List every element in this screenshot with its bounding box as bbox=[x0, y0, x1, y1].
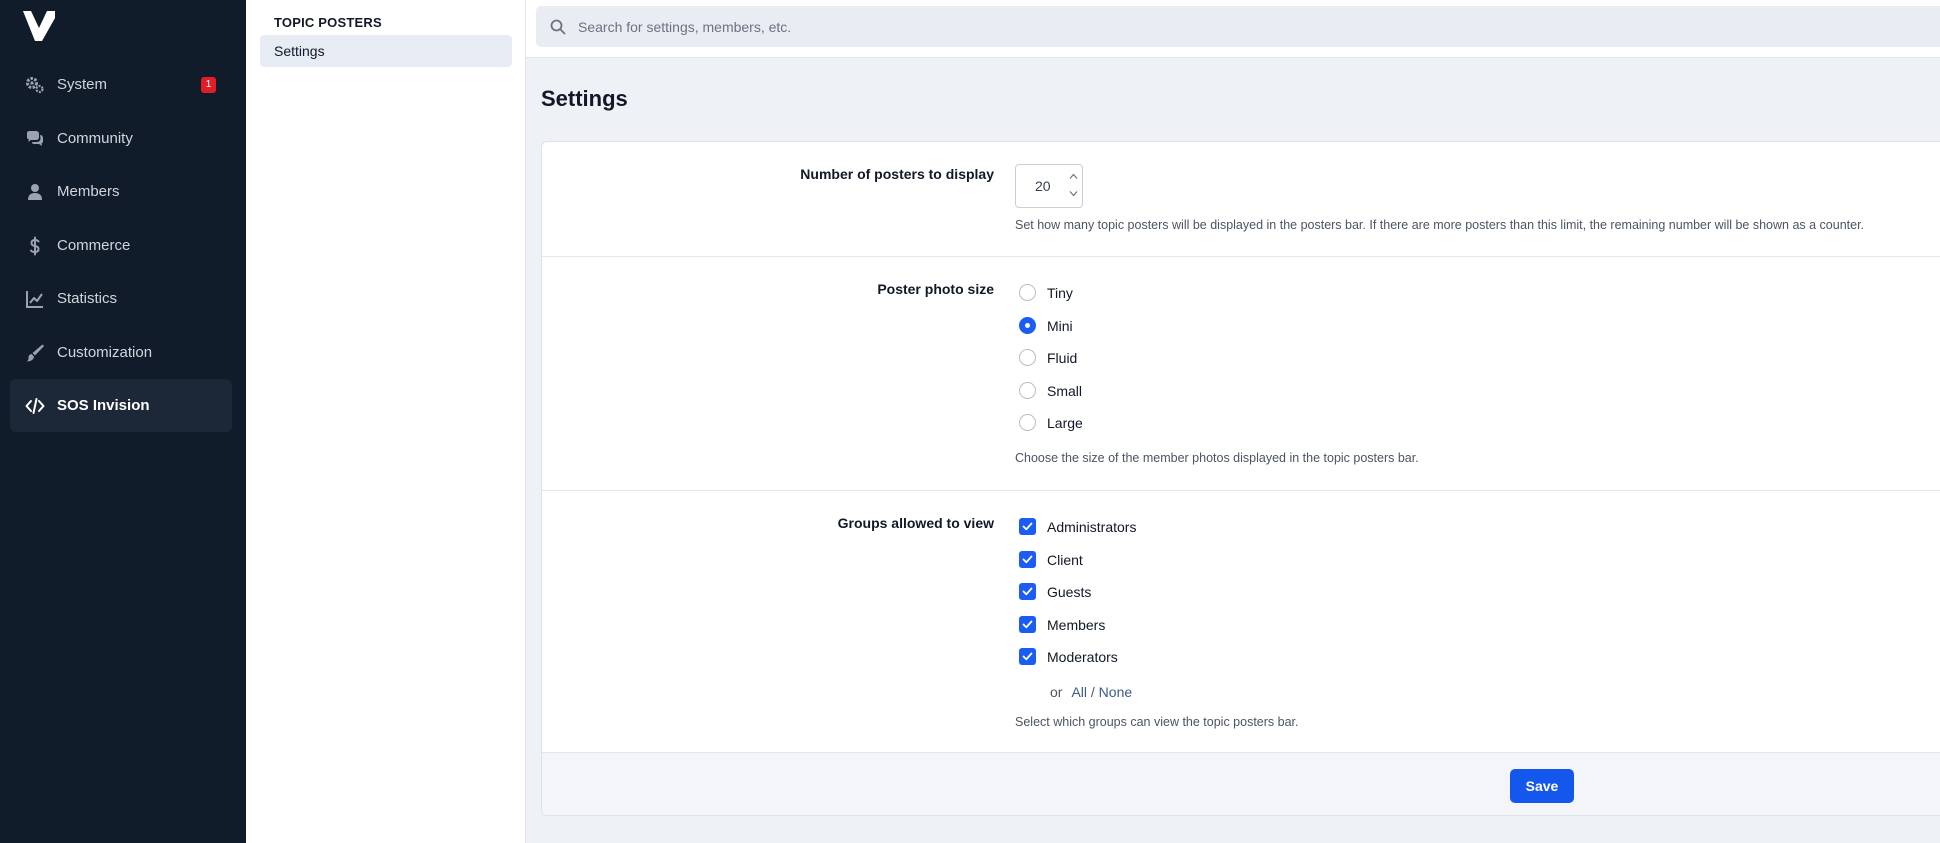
posters-count-row: Number of posters to display 20 Set how … bbox=[542, 142, 1940, 257]
sidebar-item-members[interactable]: Members bbox=[10, 165, 232, 218]
checkbox-checked[interactable] bbox=[1019, 616, 1036, 633]
posters-count-description: Set how many topic posters will be displ… bbox=[1015, 218, 1865, 232]
checkmark-icon bbox=[1022, 587, 1033, 596]
gears-icon bbox=[25, 75, 45, 95]
checkmark-icon bbox=[1022, 652, 1033, 661]
checkbox-label: Members bbox=[1047, 616, 1106, 633]
photo-size-description: Choose the size of the member photos dis… bbox=[1015, 451, 1419, 465]
radio-option-large[interactable]: Large bbox=[1019, 414, 1083, 431]
groups-row: Groups allowed to view Administrators Cl… bbox=[542, 491, 1940, 752]
checkbox-label: Guests bbox=[1047, 583, 1092, 600]
sidebar-item-label: System bbox=[57, 76, 108, 93]
sidebar-item-label: Members bbox=[57, 183, 120, 200]
radio-button[interactable] bbox=[1019, 284, 1036, 301]
dollar-icon bbox=[25, 236, 45, 256]
submenu-item-settings[interactable]: Settings bbox=[260, 35, 512, 67]
sidebar-item-customization[interactable]: Customization bbox=[10, 326, 232, 379]
search-bar[interactable] bbox=[536, 6, 1940, 47]
sidebar-item-commerce[interactable]: Commerce bbox=[10, 219, 232, 272]
checkmark-icon bbox=[1022, 555, 1033, 564]
posters-count-value[interactable]: 20 bbox=[1035, 178, 1051, 194]
checkbox-option-guests[interactable]: Guests bbox=[1019, 583, 1091, 600]
radio-label: Tiny bbox=[1047, 284, 1073, 301]
chevron-down-icon[interactable] bbox=[1069, 190, 1078, 197]
user-icon bbox=[25, 182, 45, 202]
checkbox-option-administrators[interactable]: Administrators bbox=[1019, 518, 1136, 535]
checkbox-checked[interactable] bbox=[1019, 583, 1036, 600]
page-title: Settings bbox=[541, 86, 628, 111]
sidebar-item-community[interactable]: Community bbox=[10, 112, 232, 165]
or-text: or bbox=[1050, 684, 1063, 700]
chevron-up-icon[interactable] bbox=[1069, 173, 1078, 180]
radio-option-small[interactable]: Small bbox=[1019, 382, 1082, 399]
checkmark-icon bbox=[1022, 620, 1033, 629]
radio-label: Large bbox=[1047, 414, 1083, 431]
all-none-link[interactable]: All / None bbox=[1071, 684, 1132, 700]
sidebar: System 1 Community Members Commerce Stat… bbox=[0, 0, 246, 843]
code-icon bbox=[25, 396, 45, 416]
save-button[interactable]: Save bbox=[1510, 769, 1574, 803]
sidebar-item-label: SOS Invision bbox=[57, 397, 150, 414]
notification-badge: 1 bbox=[201, 77, 216, 93]
secondary-menu: TOPIC POSTERS Settings bbox=[246, 0, 526, 843]
radio-button[interactable] bbox=[1019, 349, 1036, 366]
stepper-arrows[interactable] bbox=[1066, 173, 1080, 197]
top-bar bbox=[526, 0, 1940, 58]
checkbox-label: Moderators bbox=[1047, 648, 1118, 665]
form-footer: Save bbox=[542, 752, 1940, 815]
sidebar-item-label: Statistics bbox=[57, 290, 118, 307]
checkbox-label: Client bbox=[1047, 551, 1083, 568]
posters-count-label: Number of posters to display bbox=[800, 166, 994, 182]
radio-button-selected[interactable] bbox=[1019, 317, 1036, 334]
checkbox-checked[interactable] bbox=[1019, 648, 1036, 665]
sidebar-item-sos-invision[interactable]: SOS Invision bbox=[10, 379, 232, 432]
radio-button[interactable] bbox=[1019, 382, 1036, 399]
checkbox-checked[interactable] bbox=[1019, 518, 1036, 535]
radio-label: Small bbox=[1047, 382, 1083, 399]
radio-button[interactable] bbox=[1019, 414, 1036, 431]
radio-option-mini[interactable]: Mini bbox=[1019, 317, 1073, 334]
radio-label: Mini bbox=[1047, 317, 1073, 334]
photo-size-label: Poster photo size bbox=[877, 281, 994, 297]
select-all-none: or All / None bbox=[1050, 684, 1132, 700]
groups-label: Groups allowed to view bbox=[837, 515, 994, 531]
sidebar-item-system[interactable]: System 1 bbox=[10, 58, 232, 111]
checkbox-label: Administrators bbox=[1047, 518, 1137, 535]
line-chart-icon bbox=[25, 289, 45, 309]
radio-label: Fluid bbox=[1047, 349, 1078, 366]
checkbox-checked[interactable] bbox=[1019, 551, 1036, 568]
sidebar-item-label: Community bbox=[57, 130, 133, 147]
search-input[interactable] bbox=[578, 18, 1878, 35]
sidebar-item-label: Customization bbox=[57, 344, 153, 361]
sidebar-item-statistics[interactable]: Statistics bbox=[10, 272, 232, 325]
photo-size-row: Poster photo size Tiny Mini Fluid Small … bbox=[542, 257, 1940, 491]
posters-count-stepper[interactable]: 20 bbox=[1015, 164, 1083, 208]
app-logo-icon[interactable] bbox=[22, 10, 56, 42]
radio-option-tiny[interactable]: Tiny bbox=[1019, 284, 1073, 301]
search-icon bbox=[550, 19, 566, 34]
brush-icon bbox=[25, 343, 45, 363]
checkbox-option-client[interactable]: Client bbox=[1019, 551, 1083, 568]
comments-icon bbox=[25, 129, 45, 149]
radio-option-fluid[interactable]: Fluid bbox=[1019, 349, 1077, 366]
submenu-title: TOPIC POSTERS bbox=[274, 15, 382, 30]
groups-description: Select which groups can view the topic p… bbox=[1015, 715, 1299, 729]
checkbox-option-members[interactable]: Members bbox=[1019, 616, 1105, 633]
settings-form: Number of posters to display 20 Set how … bbox=[541, 141, 1940, 816]
sidebar-item-label: Commerce bbox=[57, 237, 131, 254]
checkmark-icon bbox=[1022, 522, 1033, 531]
checkbox-option-moderators[interactable]: Moderators bbox=[1019, 648, 1118, 665]
